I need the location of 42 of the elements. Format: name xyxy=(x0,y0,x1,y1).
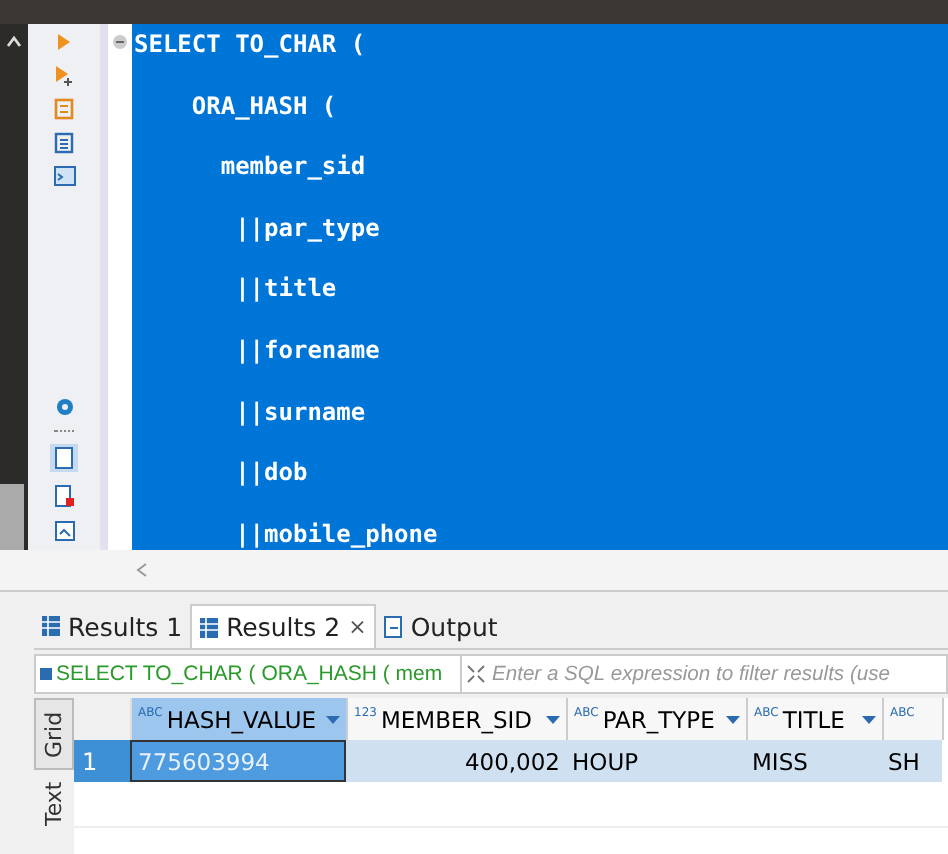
view-tab[interactable]: Grid xyxy=(34,698,74,770)
dropdown-icon[interactable] xyxy=(546,715,560,723)
chevron-left-icon[interactable] xyxy=(136,562,148,578)
dropdown-icon[interactable] xyxy=(726,715,740,723)
code-line: ||forename xyxy=(233,335,382,368)
row-number: 1 xyxy=(74,740,130,782)
settings-icon[interactable] xyxy=(53,396,75,418)
code-line: ||surname xyxy=(233,397,368,430)
code-line: ||par_type xyxy=(233,213,382,246)
result-tab[interactable]: Output xyxy=(376,604,506,648)
result-tab[interactable]: Results 1 xyxy=(34,604,191,648)
dropdown-icon[interactable] xyxy=(862,715,876,723)
document-icon xyxy=(384,615,403,637)
table-icon xyxy=(200,617,219,637)
table-cell[interactable]: 400,002 xyxy=(346,740,566,782)
chevron-up-icon[interactable] xyxy=(6,36,22,48)
close-button[interactable]: × xyxy=(348,614,367,640)
document-icon[interactable] xyxy=(50,444,78,472)
document-icon[interactable] xyxy=(54,132,74,154)
code-line: ||dob xyxy=(233,458,310,491)
view-tab[interactable]: Text xyxy=(34,770,74,838)
table-cell[interactable]: SH xyxy=(882,740,942,782)
filter-field[interactable]: Enter a SQL expression to filter results (use xyxy=(462,654,948,694)
code-line: ||title xyxy=(233,274,339,307)
code-editor[interactable]: SELECT TO_CHAR ( ORA_HASH ( member_sid ||par_type ||title ||forename ||surname ||dob ||mobile_phone xyxy=(132,24,948,550)
document-error-icon[interactable] xyxy=(53,484,75,508)
dropdown-icon[interactable] xyxy=(326,715,340,723)
collapse-icon[interactable] xyxy=(112,34,128,50)
code-line: ||mobile_phone xyxy=(233,519,440,550)
result-tab[interactable]: Results 2 × xyxy=(190,604,377,648)
expand-icon[interactable] xyxy=(466,664,486,684)
query-field[interactable]: SELECT TO_CHAR ( ORA_HASH ( mem xyxy=(34,654,462,694)
terminal-icon[interactable] xyxy=(53,166,75,186)
panel-handle[interactable] xyxy=(0,484,24,550)
table-icon xyxy=(42,616,60,636)
code-line: ORA_HASH ( xyxy=(189,91,339,124)
code-line: SELECT TO_CHAR ( xyxy=(134,30,368,62)
table-cell[interactable]: MISS xyxy=(746,740,882,782)
table-cell[interactable]: HOUP xyxy=(566,740,746,782)
image-document-icon[interactable] xyxy=(53,520,75,542)
code-line: member_sid xyxy=(218,152,368,185)
play-plus-icon[interactable] xyxy=(54,64,74,86)
